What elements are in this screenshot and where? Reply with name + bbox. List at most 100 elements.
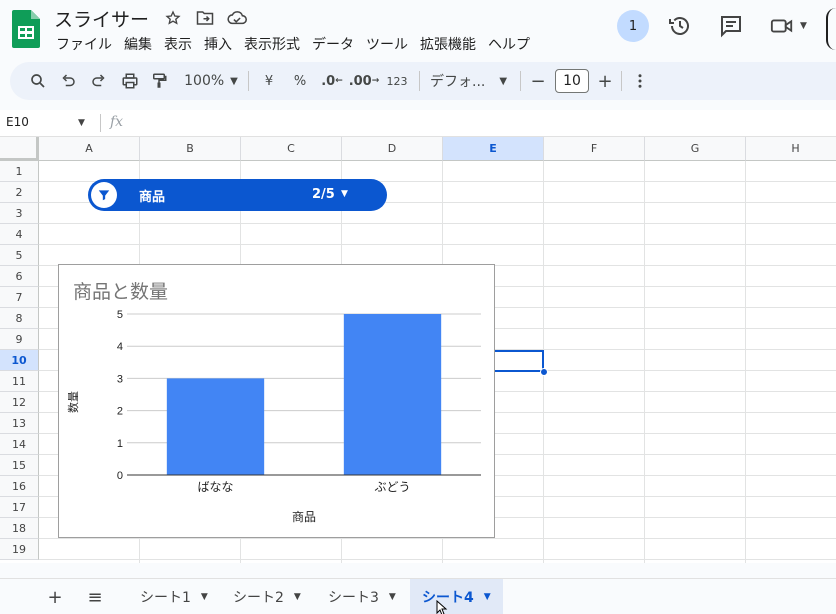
column-header-e[interactable]: E: [443, 137, 544, 161]
menu-file[interactable]: ファイル: [50, 33, 118, 55]
row-header-18[interactable]: 18: [0, 518, 39, 539]
increase-decimal-button[interactable]: .00 →: [347, 67, 381, 95]
sheet-tab-label: シート1: [140, 589, 191, 606]
row-header-11[interactable]: 11: [0, 371, 39, 392]
spreadsheet-grid[interactable]: A B C D E F G H 1 2 3 4 5 6 7 8 9 10 11 12 13 14 15 16 17 18 19 商品…: [0, 137, 836, 563]
redo-icon[interactable]: [84, 67, 114, 95]
meet-button[interactable]: ▼: [770, 14, 816, 38]
font-family-value: デフォ...: [430, 74, 486, 90]
y-tick-label: 0: [117, 470, 123, 482]
sheets-logo-icon[interactable]: [12, 10, 40, 48]
column-header-h[interactable]: H: [746, 137, 836, 161]
row-gridline: [39, 559, 836, 560]
percent-format-button[interactable]: %: [283, 67, 317, 95]
star-icon[interactable]: [162, 8, 184, 28]
undo-icon[interactable]: [52, 67, 84, 95]
y-tick-label: 4: [117, 341, 123, 353]
sheet-tab-4[interactable]: シート4 ▼: [410, 579, 503, 614]
menu-help[interactable]: ヘルプ: [482, 33, 536, 55]
selected-cell-e10[interactable]: [492, 350, 544, 372]
all-sheets-button[interactable]: ≡: [83, 587, 107, 608]
menu-format[interactable]: 表示形式: [238, 33, 306, 55]
fill-handle[interactable]: [540, 368, 548, 376]
row-header-14[interactable]: 14: [0, 434, 39, 455]
row-header-1[interactable]: 1: [0, 161, 39, 182]
chevron-down-icon: ▼: [483, 591, 491, 602]
select-all-corner[interactable]: [0, 137, 39, 161]
toolbar-divider: [520, 71, 521, 91]
sheet-tab-label: シート3: [328, 589, 379, 606]
menu-tools[interactable]: ツール: [360, 33, 414, 55]
number-format-button[interactable]: 123: [381, 67, 413, 95]
column-gridline: [644, 161, 645, 563]
y-tick-label: 2: [117, 406, 123, 418]
document-title[interactable]: スライサー: [54, 5, 149, 32]
more-options-icon[interactable]: [628, 67, 652, 95]
x-tick-label: ぶどう: [374, 480, 410, 494]
slicer-count: 2/5: [312, 187, 335, 202]
font-family-select[interactable]: デフォ... ▼: [426, 67, 514, 95]
share-button-edge[interactable]: [826, 8, 836, 50]
toolbar-divider: [419, 71, 420, 91]
column-gridline: [745, 161, 746, 563]
name-box[interactable]: E10: [6, 115, 29, 129]
menu-view[interactable]: 表示: [158, 33, 198, 55]
font-size-input[interactable]: 10: [555, 69, 589, 93]
sheet-tab-2[interactable]: シート2 ▼: [221, 579, 313, 614]
formula-divider: [100, 114, 101, 132]
toolbar: 100% ▼ ¥ % .0 ← .00 → 123 デフォ... ▼ − 10 +: [10, 62, 836, 100]
column-header-d[interactable]: D: [342, 137, 443, 161]
column-header-f[interactable]: F: [544, 137, 645, 161]
row-header-7[interactable]: 7: [0, 287, 39, 308]
row-header-19[interactable]: 19: [0, 539, 39, 560]
menu-data[interactable]: データ: [306, 33, 360, 55]
row-header-8[interactable]: 8: [0, 308, 39, 329]
row-header-16[interactable]: 16: [0, 476, 39, 497]
menu-extensions[interactable]: 拡張機能: [414, 33, 482, 55]
decrease-decimal-button[interactable]: .0 ←: [317, 67, 347, 95]
increase-font-size-button[interactable]: +: [595, 67, 615, 95]
chevron-down-icon: ▼: [200, 591, 208, 602]
row-header-10[interactable]: 10: [0, 350, 39, 371]
filter-icon: [91, 182, 117, 208]
sheet-tab-3[interactable]: シート3 ▼: [316, 579, 408, 614]
row-header-13[interactable]: 13: [0, 413, 39, 434]
row-header-12[interactable]: 12: [0, 392, 39, 413]
decrease-font-size-button[interactable]: −: [527, 67, 549, 95]
menu-edit[interactable]: 編集: [118, 33, 158, 55]
row-header-9[interactable]: 9: [0, 329, 39, 350]
row-gridline: [39, 244, 836, 245]
slicer[interactable]: 商品 2/5 ▼: [88, 179, 387, 211]
cloud-status-icon[interactable]: [226, 8, 248, 28]
comments-icon[interactable]: [719, 14, 743, 38]
x-tick-label: ばなな: [197, 480, 233, 494]
presence-avatar[interactable]: 1: [617, 10, 649, 42]
version-history-icon[interactable]: [668, 14, 692, 38]
row-header-17[interactable]: 17: [0, 497, 39, 518]
chevron-down-icon: ▼: [800, 21, 807, 31]
currency-format-button[interactable]: ¥: [255, 67, 283, 95]
row-header-6[interactable]: 6: [0, 266, 39, 287]
column-header-g[interactable]: G: [645, 137, 746, 161]
sheet-tab-1[interactable]: シート1 ▼: [128, 579, 220, 614]
search-menus-icon[interactable]: [24, 67, 52, 95]
add-sheet-button[interactable]: +: [43, 587, 67, 608]
row-header-5[interactable]: 5: [0, 245, 39, 266]
chart-plot: 0 1 2 3 4 5 ばなな ぶどう商品 数量: [67, 309, 481, 524]
column-header-a[interactable]: A: [39, 137, 140, 161]
zoom-select[interactable]: 100% ▼: [180, 67, 242, 95]
menu-insert[interactable]: 挿入: [198, 33, 238, 55]
paint-format-icon[interactable]: [146, 67, 172, 95]
row-header-3[interactable]: 3: [0, 203, 39, 224]
chevron-down-icon[interactable]: ▼: [78, 118, 85, 128]
row-header-4[interactable]: 4: [0, 224, 39, 245]
column-header-b[interactable]: B: [140, 137, 241, 161]
chevron-down-icon[interactable]: ▼: [341, 189, 348, 199]
y-tick-label: 3: [117, 373, 123, 385]
move-to-folder-icon[interactable]: [194, 8, 216, 28]
row-header-2[interactable]: 2: [0, 182, 39, 203]
column-header-c[interactable]: C: [241, 137, 342, 161]
row-header-15[interactable]: 15: [0, 455, 39, 476]
print-icon[interactable]: [114, 67, 146, 95]
chart[interactable]: 商品と数量 0 1 2 3 4 5 ばなな ぶどう 商品 数量: [58, 264, 495, 538]
